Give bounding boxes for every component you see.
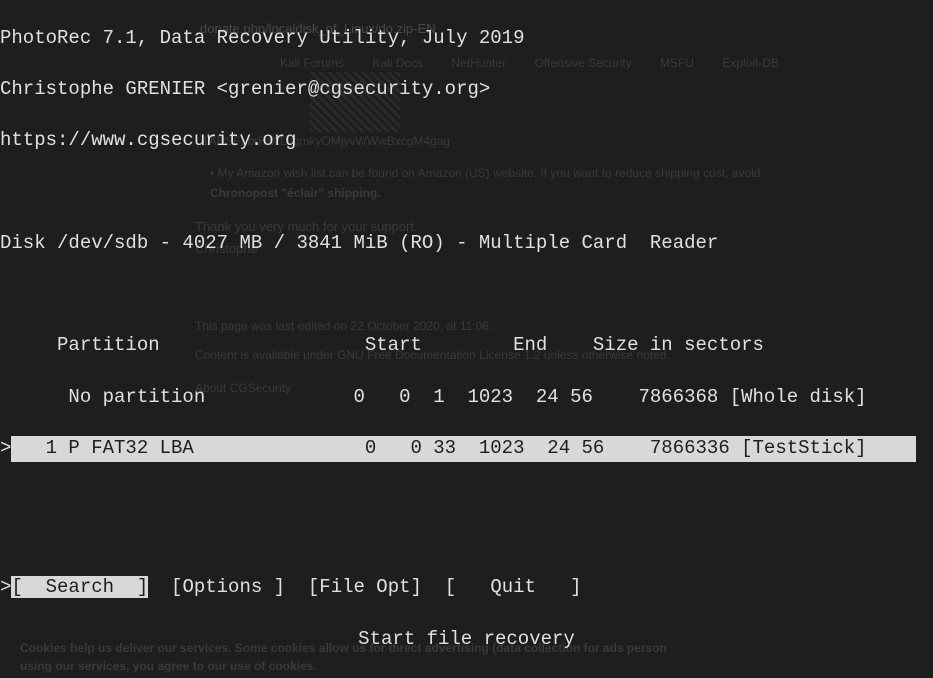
terminal-screen: PhotoRec 7.1, Data Recovery Utility, Jul…: [0, 0, 933, 487]
menu-options-button[interactable]: [Options ]: [171, 576, 285, 598]
disk-info: Disk /dev/sdb - 4027 MB / 3841 MiB (RO) …: [0, 231, 933, 257]
app-title: PhotoRec 7.1, Data Recovery Utility, Jul…: [0, 26, 933, 52]
app-url: https://www.cgsecurity.org: [0, 128, 933, 154]
partition-table-header: Partition Start End Size in sectors: [0, 333, 933, 359]
app-author: Christophe GRENIER <grenier@cgsecurity.o…: [0, 77, 933, 103]
partition-row-teststick[interactable]: 1 P FAT32 LBA 0 0 33 1023 24 56 7866336 …: [11, 436, 916, 462]
partition-row-whole-disk[interactable]: No partition 0 0 1 1023 24 56 7866368 [W…: [0, 385, 933, 411]
bottom-menu-area: >[ Search ] [Options ] [File Opt] [ Quit…: [0, 550, 933, 678]
partition-row-selected-wrap[interactable]: > 1 P FAT32 LBA 0 0 33 1023 24 56 786633…: [0, 436, 933, 462]
blank-line: [0, 179, 933, 205]
menu-quit-button[interactable]: [ Quit ]: [445, 576, 582, 598]
menu-row: >[ Search ] [Options ] [File Opt] [ Quit…: [0, 575, 933, 601]
menu-fileopt-button[interactable]: [File Opt]: [308, 576, 422, 598]
menu-cursor: >: [0, 576, 11, 598]
menu-search-button[interactable]: [ Search ]: [11, 576, 148, 598]
blank-line: [0, 282, 933, 308]
menu-hint: Start file recovery: [0, 627, 933, 653]
cursor-indicator: >: [0, 437, 11, 459]
